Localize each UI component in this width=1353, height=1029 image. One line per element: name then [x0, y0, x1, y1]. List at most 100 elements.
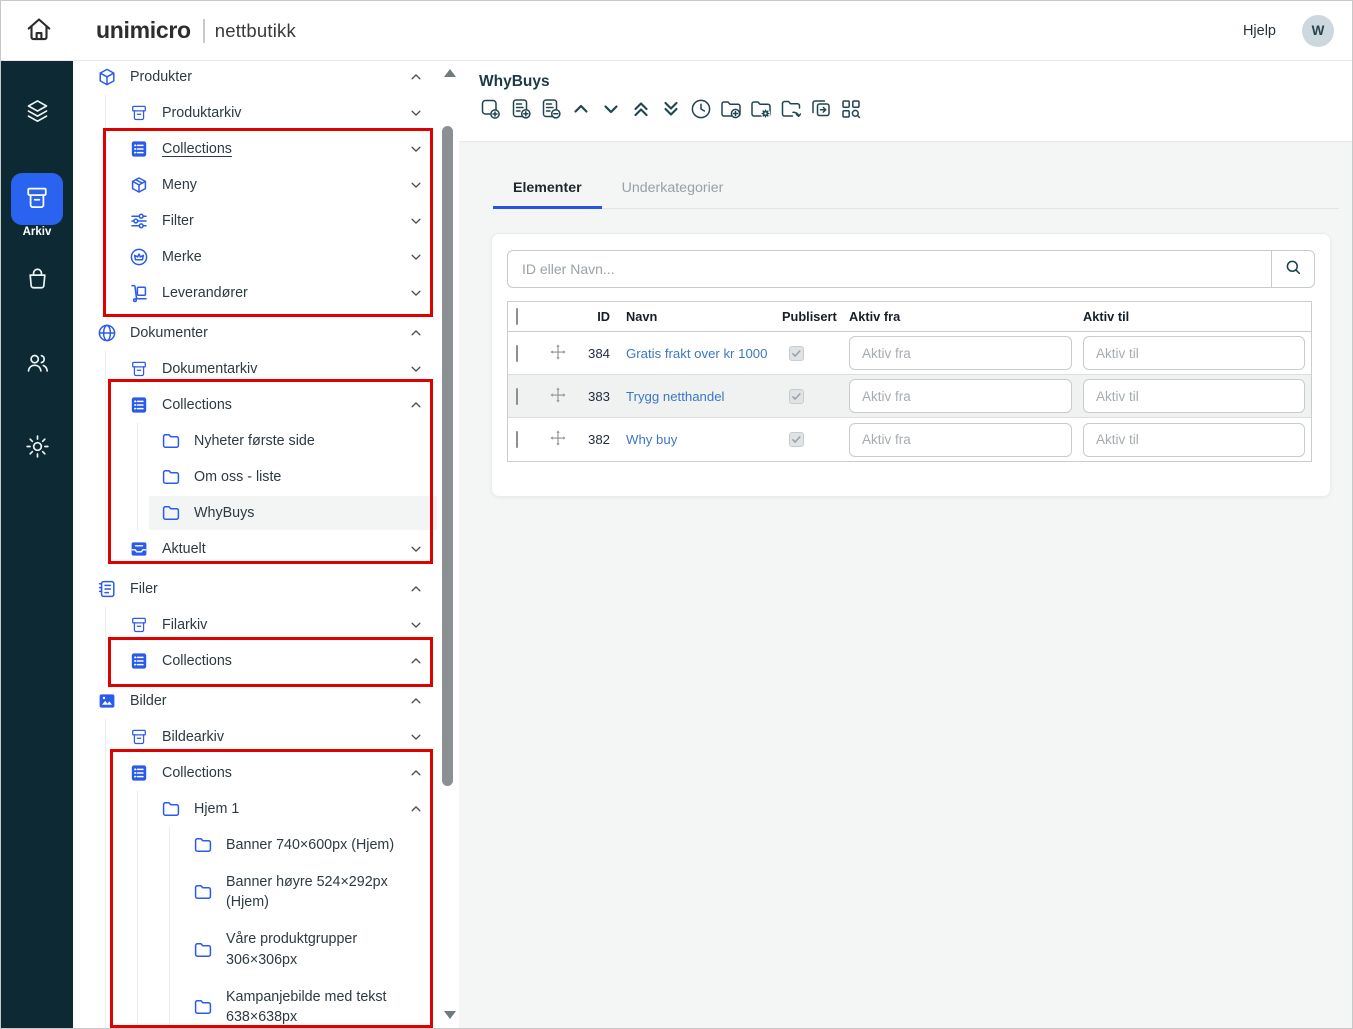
tree-item-nyheter-f-rste-side[interactable]: Nyheter første side [73, 423, 459, 459]
tree-scrollbar[interactable] [442, 126, 453, 786]
tree-item-meny[interactable]: Meny [73, 167, 459, 203]
chevron-up-icon[interactable] [409, 654, 423, 668]
chevron-down-icon[interactable] [409, 542, 423, 556]
chevron-up-icon[interactable] [409, 326, 423, 340]
tree-item-collections[interactable]: Collections [73, 131, 459, 167]
drag-handle[interactable] [538, 429, 578, 450]
row-checkbox[interactable] [516, 431, 518, 448]
chevron-down-icon[interactable] [409, 618, 423, 632]
aktiv-fra-input[interactable] [849, 336, 1072, 370]
tree-item-bilder[interactable]: Bilder [73, 683, 459, 719]
tree-item-filarkiv[interactable]: Filarkiv [73, 607, 459, 643]
row-name-link[interactable]: Why buy [626, 432, 677, 447]
brand-product: nettbutikk [215, 20, 296, 42]
chevron-up-icon[interactable] [409, 582, 423, 596]
row-checkbox[interactable] [516, 388, 518, 405]
tree-item-produkter[interactable]: Produkter [73, 61, 459, 95]
tree-item-label: Nyheter første side [194, 431, 315, 452]
row-name-link[interactable]: Gratis frakt over kr 1000 [626, 346, 767, 361]
chevron-down-icon[interactable] [409, 250, 423, 264]
home-button[interactable] [22, 14, 56, 48]
settings-nav-button[interactable] [19, 430, 55, 466]
chevron-down-icon[interactable] [409, 106, 423, 120]
tree-item-kampanjebilde-med-tekst-638-638px[interactable]: Kampanjebilde med tekst 638×638px [73, 979, 459, 1028]
tree-item-merke[interactable]: Merke [73, 239, 459, 275]
tree-item-collections[interactable]: Collections [73, 387, 459, 423]
brand-name: unimicro [96, 17, 191, 44]
scroll-up-arrow[interactable] [444, 69, 456, 77]
tree-item-filter[interactable]: Filter [73, 203, 459, 239]
tree-item-leverand-rer[interactable]: Leverandører [73, 275, 459, 311]
tree-item-banner-h-yre-524-292px-hjem[interactable]: Banner høyre 524×292px (Hjem) [73, 864, 459, 921]
chevron-up-icon[interactable] [409, 398, 423, 412]
remove-list-button[interactable] [539, 97, 563, 123]
chevron-up-button[interactable] [569, 97, 593, 123]
tree-item-om-oss-liste[interactable]: Om oss - liste [73, 459, 459, 495]
chevron-up-icon[interactable] [409, 766, 423, 780]
tree-item-dokumentarkiv[interactable]: Dokumentarkiv [73, 351, 459, 387]
file-move-button[interactable] [779, 97, 803, 123]
chevron-down-icon[interactable] [409, 362, 423, 376]
customers-nav-button[interactable] [19, 346, 55, 382]
aktiv-fra-input[interactable] [849, 423, 1072, 457]
row-name-link[interactable]: Trygg netthandel [626, 389, 724, 404]
chevron-down-button[interactable] [599, 97, 623, 123]
tree-item-label: Collections [162, 651, 232, 672]
tab-underkategorier[interactable]: Underkategorier [602, 172, 744, 208]
help-link[interactable]: Hjelp [1243, 23, 1276, 39]
clock-button[interactable] [689, 97, 713, 123]
chevron-up-icon[interactable] [409, 802, 423, 816]
tree-item-collections[interactable]: Collections [73, 755, 459, 791]
user-avatar[interactable]: W [1302, 15, 1334, 47]
chevron-down-icon[interactable] [409, 730, 423, 744]
published-checkbox[interactable] [789, 432, 804, 447]
tree-item-label: Hjem 1 [194, 799, 239, 820]
add-list-button[interactable] [509, 97, 533, 123]
row-id: 384 [578, 346, 618, 361]
drag-handle[interactable] [538, 386, 578, 407]
folder-add-button[interactable] [719, 97, 743, 123]
duplicate-button[interactable] [809, 97, 833, 123]
arkiv-nav-button[interactable] [11, 173, 63, 225]
scroll-down-arrow[interactable] [444, 1011, 456, 1019]
double-chevron-up-button[interactable] [629, 97, 653, 123]
aktiv-fra-input[interactable] [849, 379, 1072, 413]
aktiv-til-input[interactable] [1083, 379, 1305, 413]
tree-item-banner-740-600px-hjem[interactable]: Banner 740×600px (Hjem) [73, 827, 459, 864]
aktiv-til-input[interactable] [1083, 336, 1305, 370]
chevron-up-icon[interactable] [409, 70, 423, 84]
drag-handle[interactable] [538, 343, 578, 364]
chevron-down-icon[interactable] [409, 178, 423, 192]
tree-item-dokumenter[interactable]: Dokumenter [73, 315, 459, 351]
layers-nav-button[interactable] [19, 94, 55, 130]
collections-icon [129, 651, 149, 671]
search-button[interactable] [1271, 250, 1315, 288]
tree-item-whybuys[interactable]: WhyBuys [73, 495, 459, 531]
tree-item-bildearkiv[interactable]: Bildearkiv [73, 719, 459, 755]
chevron-down-icon [599, 97, 623, 124]
tree-item-aktuelt[interactable]: Aktuelt [73, 531, 459, 567]
tab-elementer[interactable]: Elementer [493, 172, 602, 208]
chevron-down-icon[interactable] [409, 214, 423, 228]
tree-item-collections[interactable]: Collections [73, 643, 459, 679]
double-chevron-down-button[interactable] [659, 97, 683, 123]
folder-gear-button[interactable] [749, 97, 773, 123]
row-checkbox[interactable] [516, 345, 518, 362]
select-all-checkbox[interactable] [516, 308, 518, 325]
published-checkbox[interactable] [789, 389, 804, 404]
tree-item-hjem-1[interactable]: Hjem 1 [73, 791, 459, 827]
tree-item-produktarkiv[interactable]: Produktarkiv [73, 95, 459, 131]
orders-nav-button[interactable] [19, 262, 55, 298]
chevron-down-icon[interactable] [409, 142, 423, 156]
grid-search-button[interactable] [839, 97, 863, 123]
published-checkbox[interactable] [789, 346, 804, 361]
add-square-button[interactable] [479, 97, 503, 123]
aktiv-til-input[interactable] [1083, 423, 1305, 457]
tree-item-filer[interactable]: Filer [73, 571, 459, 607]
search-input[interactable] [507, 250, 1271, 288]
tree-item-label: Merke [162, 247, 202, 268]
chevron-up-icon[interactable] [409, 694, 423, 708]
chevron-down-icon[interactable] [409, 286, 423, 300]
tree-item-label: Filter [162, 211, 194, 232]
tree-item-v-re-produktgrupper-306-306px[interactable]: Våre produktgrupper 306×306px [73, 921, 459, 978]
